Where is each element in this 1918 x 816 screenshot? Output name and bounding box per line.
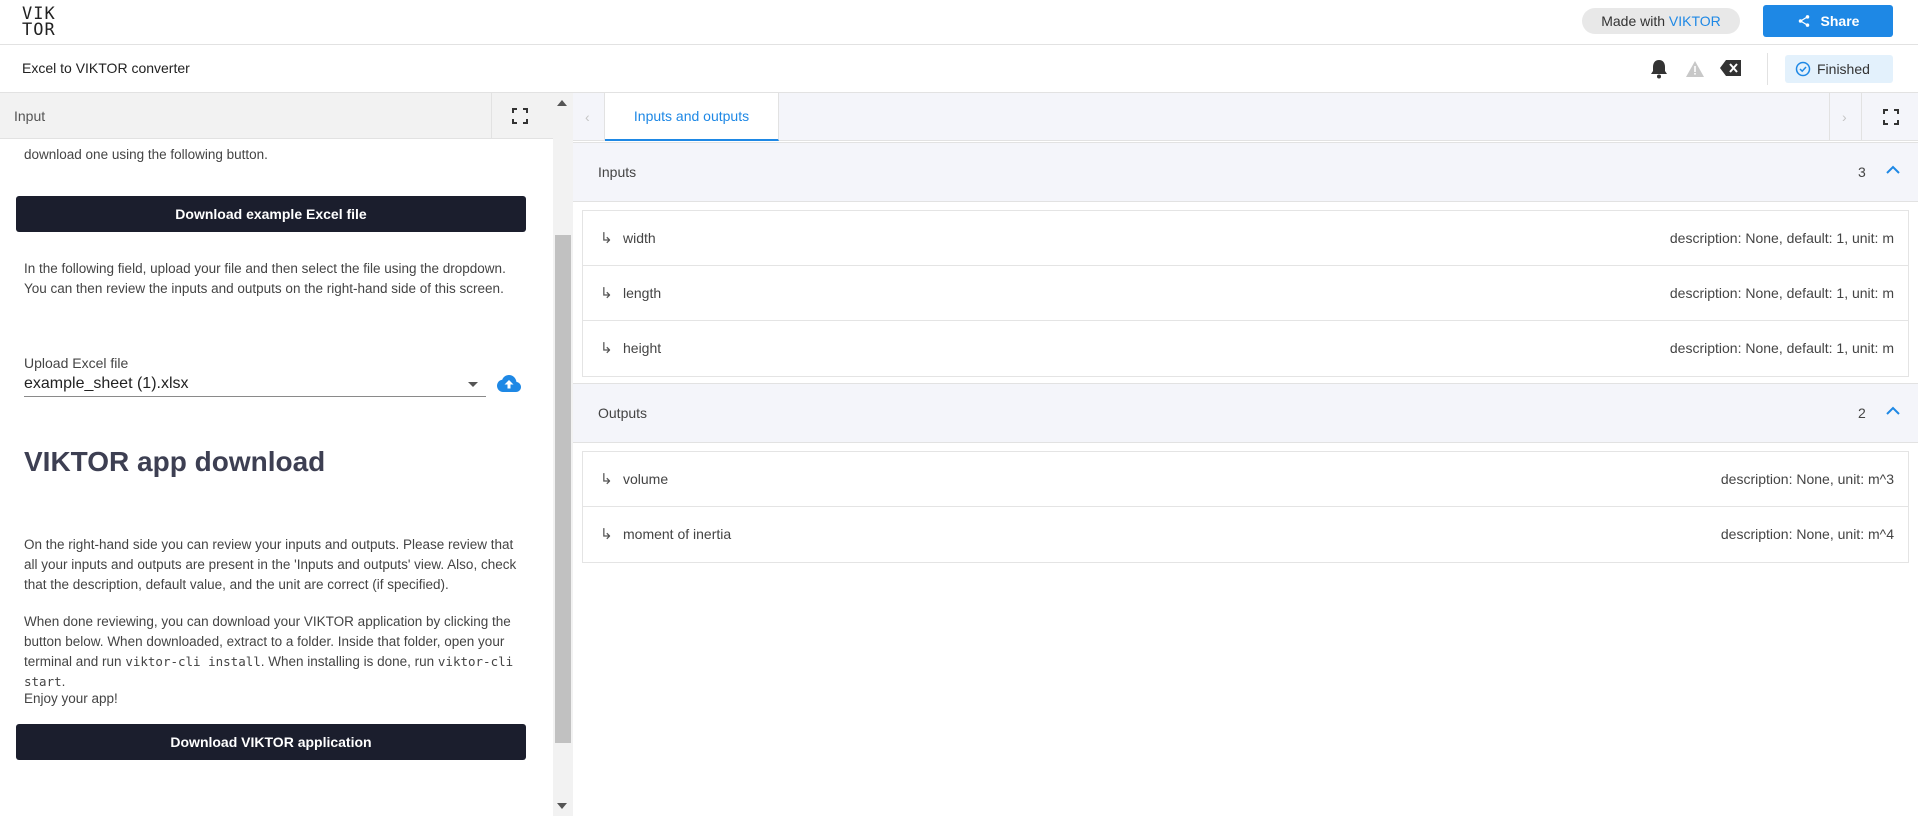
sub-arrow-icon: ↳ xyxy=(600,526,613,543)
logo-line-2: TOR xyxy=(22,20,56,40)
done-text-part-2: . When installing is done, run xyxy=(260,654,438,669)
divider xyxy=(491,93,492,139)
chevron-right-icon: › xyxy=(1842,109,1847,125)
warning-icon[interactable] xyxy=(1685,60,1705,78)
view-tab-bar: ‹ Inputs and outputs › xyxy=(573,93,1918,141)
app-title: Excel to VIKTOR converter xyxy=(22,60,190,76)
input-panel-header: Input xyxy=(0,93,553,139)
sub-arrow-icon: ↳ xyxy=(600,340,613,357)
input-panel-title: Input xyxy=(14,108,46,124)
sub-arrow-icon: ↳ xyxy=(600,285,613,302)
made-with-brand: VIKTOR xyxy=(1668,13,1721,29)
chevron-left-icon: ‹ xyxy=(585,109,590,125)
inputs-group-header[interactable]: Inputs 3 xyxy=(573,142,1918,202)
input-panel-content: download one using the following button.… xyxy=(0,139,553,816)
list-item: ↳ length description: None, default: 1, … xyxy=(583,266,1908,321)
list-item: ↳ height description: None, default: 1, … xyxy=(583,321,1908,376)
error-clear-icon[interactable] xyxy=(1719,58,1743,78)
made-with-badge[interactable]: Made with VIKTOR xyxy=(1582,8,1740,34)
upload-instructions: In the following field, upload your file… xyxy=(24,261,506,296)
item-description: description: None, unit: m^4 xyxy=(1720,526,1894,542)
done-text-part-3: . xyxy=(61,674,66,689)
list-item: ↳ width description: None, default: 1, u… xyxy=(583,211,1908,266)
outputs-count: 2 xyxy=(1858,405,1866,421)
list-item: ↳ moment of inertia description: None, u… xyxy=(583,507,1908,562)
tab-scroll-left[interactable]: ‹ xyxy=(573,93,605,140)
upload-file-select[interactable]: example_sheet (1).xlsx xyxy=(24,371,486,397)
sub-arrow-icon: ↳ xyxy=(600,230,613,247)
inputs-list: ↳ width description: None, default: 1, u… xyxy=(582,210,1909,377)
item-description: description: None, unit: m^3 xyxy=(1720,471,1894,487)
item-description: description: None, default: 1, unit: m xyxy=(1669,340,1894,356)
output-panel: ‹ Inputs and outputs › Inputs 3 ↳ width … xyxy=(573,93,1918,816)
item-name: moment of inertia xyxy=(623,526,732,542)
chevron-up-icon[interactable] xyxy=(1886,165,1900,175)
chevron-up-icon[interactable] xyxy=(1886,406,1900,416)
scroll-up-arrow[interactable] xyxy=(557,100,567,106)
viktor-logo[interactable]: VIK TOR xyxy=(22,6,62,40)
done-reviewing-text: When done reviewing, you can download yo… xyxy=(24,612,530,692)
upload-file-value: example_sheet (1).xlsx xyxy=(24,375,189,392)
install-command: viktor-cli install xyxy=(125,654,261,669)
share-button[interactable]: Share xyxy=(1763,5,1893,37)
status-label: Finished xyxy=(1817,61,1870,77)
item-name: volume xyxy=(623,471,669,487)
outputs-list: ↳ volume description: None, unit: m^3 ↳ … xyxy=(582,451,1909,563)
sub-arrow-icon: ↳ xyxy=(600,471,613,488)
upload-field-label: Upload Excel file xyxy=(24,355,129,371)
intro-text: download one using the following button. xyxy=(24,147,268,162)
share-label: Share xyxy=(1820,13,1860,29)
app-header: Excel to VIKTOR converter Finished xyxy=(0,45,1918,93)
scroll-down-arrow[interactable] xyxy=(557,803,567,809)
divider xyxy=(1767,53,1768,85)
inputs-count: 3 xyxy=(1858,164,1866,180)
download-app-button[interactable]: Download VIKTOR application xyxy=(16,724,526,760)
item-description: description: None, default: 1, unit: m xyxy=(1669,285,1894,301)
made-with-prefix: Made with xyxy=(1601,13,1666,29)
tab-scroll-right[interactable]: › xyxy=(1829,93,1861,140)
scrollbar-thumb[interactable] xyxy=(555,235,571,743)
app-download-heading: VIKTOR app download xyxy=(24,446,326,477)
check-circle-icon xyxy=(1795,61,1811,77)
item-name: width xyxy=(623,230,656,246)
share-icon xyxy=(1798,14,1809,27)
tab-label: Inputs and outputs xyxy=(633,108,750,124)
item-name: height xyxy=(623,340,662,356)
list-item: ↳ volume description: None, unit: m^3 xyxy=(583,452,1908,507)
upload-cloud-icon[interactable] xyxy=(496,374,522,394)
input-panel: Input download one using the following b… xyxy=(0,93,573,816)
enjoy-text: Enjoy your app! xyxy=(24,691,118,706)
chevron-down-icon xyxy=(468,382,478,387)
item-name: length xyxy=(623,285,662,301)
outputs-group-header[interactable]: Outputs 2 xyxy=(573,383,1918,443)
top-bar: VIK TOR Made with VIKTOR Share xyxy=(0,0,1918,45)
tab-inputs-and-outputs[interactable]: Inputs and outputs xyxy=(605,93,779,141)
view-fullscreen-button[interactable] xyxy=(1861,93,1918,140)
fullscreen-icon xyxy=(1883,109,1899,125)
review-text: On the right-hand side you can review yo… xyxy=(24,537,517,592)
fullscreen-icon[interactable] xyxy=(512,108,528,124)
status-badge[interactable]: Finished xyxy=(1785,55,1893,83)
item-description: description: None, default: 1, unit: m xyxy=(1669,230,1894,246)
inputs-group-title: Inputs xyxy=(598,164,637,180)
bell-icon[interactable] xyxy=(1650,59,1668,79)
download-example-button[interactable]: Download example Excel file xyxy=(16,196,526,232)
outputs-group-title: Outputs xyxy=(598,405,648,421)
